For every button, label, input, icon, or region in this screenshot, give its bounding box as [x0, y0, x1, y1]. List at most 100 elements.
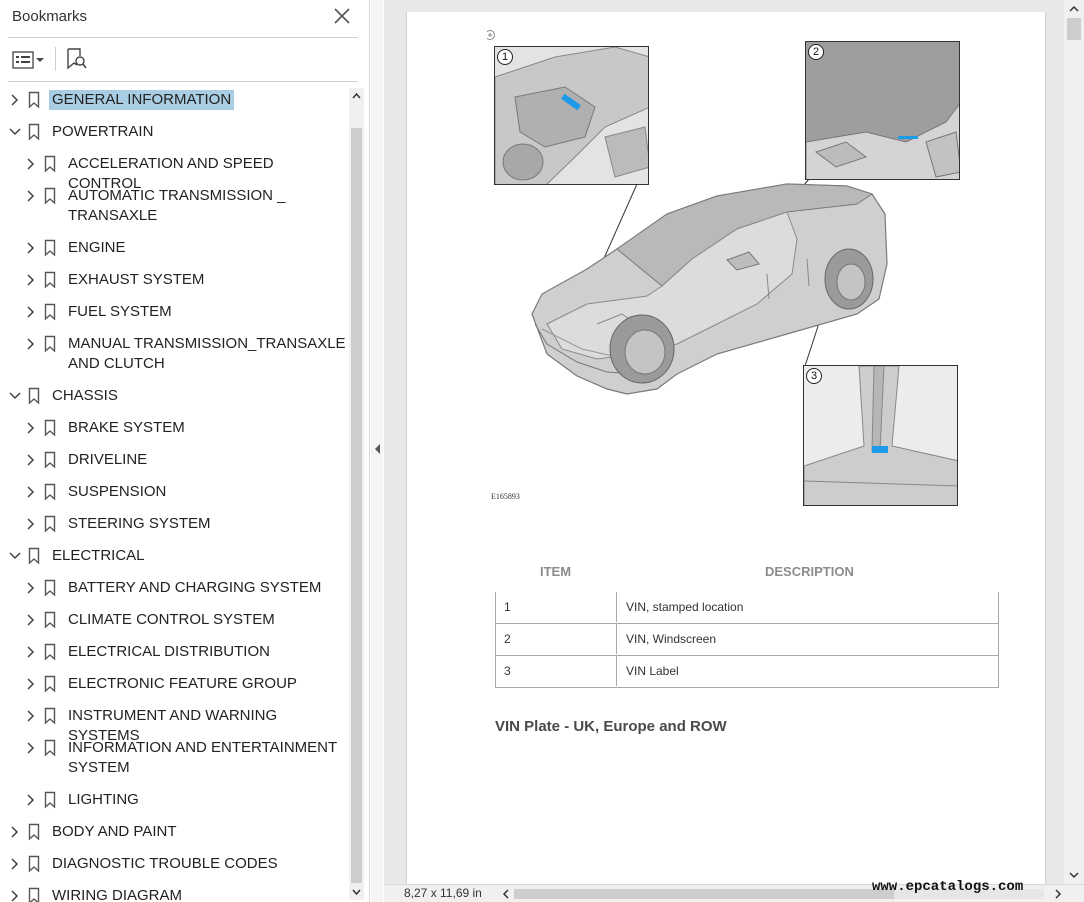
scroll-up-arrow-icon[interactable] [349, 88, 364, 104]
chevron-right-icon[interactable] [24, 337, 38, 351]
bookmark-icon [44, 335, 56, 353]
bookmark-item[interactable]: CLIMATE CONTROL SYSTEM [0, 610, 350, 630]
bookmark-icon [44, 155, 56, 173]
bookmark-item[interactable]: ELECTRONIC FEATURE GROUP [0, 674, 350, 694]
callout-number: 1 [497, 49, 513, 65]
bookmark-item[interactable]: CHASSIS [0, 386, 350, 406]
scroll-left-arrow-icon[interactable] [500, 888, 512, 900]
chevron-right-icon[interactable] [24, 645, 38, 659]
zoom-marker-icon [487, 30, 495, 40]
chevron-down-icon[interactable] [8, 125, 22, 139]
bookmark-item[interactable]: GENERAL INFORMATION [0, 90, 350, 110]
bookmark-item[interactable]: INFORMATION AND ENTERTAINMENT SYSTEM [0, 738, 350, 778]
bookmark-item[interactable]: WIRING DIAGRAM [0, 886, 350, 902]
table-cell-divider [496, 592, 617, 622]
chevron-right-icon[interactable] [24, 421, 38, 435]
bookmark-label: FUEL SYSTEM [68, 303, 172, 320]
bookmark-item[interactable]: BRAKE SYSTEM [0, 418, 350, 438]
bookmark-item[interactable]: INSTRUMENT AND WARNING SYSTEMS [0, 706, 350, 744]
bookmark-item[interactable]: ACCELERATION AND SPEED CONTROL [0, 154, 350, 192]
bookmark-icon [28, 387, 40, 405]
bookmark-icon [44, 643, 56, 661]
page-size-label: 8,27 x 11,69 in [404, 886, 482, 900]
chevron-right-icon[interactable] [8, 825, 22, 839]
vin-location-illustration: 1 2 3 [487, 30, 960, 506]
bookmark-item[interactable]: ELECTRICAL DISTRIBUTION [0, 642, 350, 662]
scrollbar-thumb[interactable] [514, 889, 894, 899]
bookmark-options-icon[interactable] [12, 49, 46, 71]
bookmark-icon [44, 675, 56, 693]
scroll-down-arrow-icon[interactable] [1066, 868, 1082, 882]
bookmark-item[interactable]: DIAGNOSTIC TROUBLE CODES [0, 854, 350, 874]
bookmark-item[interactable]: SUSPENSION [0, 482, 350, 502]
bookmark-item[interactable]: ELECTRICAL [0, 546, 350, 566]
scroll-down-arrow-icon[interactable] [349, 884, 364, 900]
chevron-right-icon[interactable] [24, 305, 38, 319]
chevron-right-icon[interactable] [24, 677, 38, 691]
bookmark-icon [28, 823, 40, 841]
bookmark-item[interactable]: LIGHTING [0, 790, 350, 810]
bookmark-label: MANUAL TRANSMISSION_TRANSAXLE AND CLUTCH [68, 335, 346, 372]
table-row: 2 VIN, Windscreen [495, 624, 999, 656]
scrollbar-thumb[interactable] [1067, 18, 1081, 40]
chevron-right-icon[interactable] [8, 889, 22, 902]
bookmark-item[interactable]: POWERTRAIN [0, 122, 350, 142]
bookmarks-scrollbar[interactable] [349, 88, 364, 900]
bookmark-item[interactable]: MANUAL TRANSMISSION_TRANSAXLE AND CLUTCH [0, 334, 350, 374]
collapse-panel-arrow-icon[interactable] [374, 443, 382, 455]
vin-items-table: ITEM DESCRIPTION 1 VIN, stamped location… [495, 564, 999, 688]
scrollbar-thumb[interactable] [351, 128, 362, 883]
bookmark-label: LIGHTING [68, 791, 139, 808]
bookmark-icon [44, 579, 56, 597]
bookmark-label: SUSPENSION [68, 483, 167, 500]
chevron-right-icon[interactable] [24, 793, 38, 807]
chevron-right-icon[interactable] [24, 485, 38, 499]
chevron-right-icon[interactable] [24, 613, 38, 627]
bookmark-label: BATTERY AND CHARGING SYSTEM [68, 579, 322, 596]
chevron-right-icon[interactable] [24, 741, 38, 755]
scroll-up-arrow-icon[interactable] [1066, 2, 1082, 16]
bookmark-item[interactable]: BATTERY AND CHARGING SYSTEM [0, 578, 350, 598]
chevron-right-icon[interactable] [24, 453, 38, 467]
chevron-right-icon[interactable] [24, 273, 38, 287]
table-row: 3 VIN Label [495, 656, 999, 688]
chevron-down-icon[interactable] [8, 389, 22, 403]
bookmark-item[interactable]: DRIVELINE [0, 450, 350, 470]
chevron-right-icon[interactable] [24, 709, 38, 723]
scroll-right-arrow-icon[interactable] [1052, 888, 1064, 900]
bookmark-item[interactable]: AUTOMATIC TRANSMISSION _ TRANSAXLE [0, 186, 350, 226]
chevron-right-icon[interactable] [24, 581, 38, 595]
chevron-right-icon[interactable] [8, 93, 22, 107]
chevron-right-icon[interactable] [24, 241, 38, 255]
bookmark-item[interactable]: ENGINE [0, 238, 350, 258]
document-vertical-scrollbar[interactable] [1064, 0, 1084, 884]
chevron-down-icon[interactable] [8, 549, 22, 563]
bookmark-item[interactable]: EXHAUST SYSTEM [0, 270, 350, 290]
bookmark-label: AUTOMATIC TRANSMISSION _ TRANSAXLE [68, 187, 286, 224]
find-current-bookmark-icon[interactable] [64, 47, 88, 71]
bookmark-icon [44, 451, 56, 469]
bookmark-icon [44, 303, 56, 321]
callout-box-3: 3 [803, 365, 958, 506]
vehicle-drawing [531, 183, 888, 395]
chevron-right-icon[interactable] [24, 517, 38, 531]
bookmark-item[interactable]: FUEL SYSTEM [0, 302, 350, 322]
bookmark-label: DIAGNOSTIC TROUBLE CODES [52, 855, 278, 872]
table-header-item: ITEM [540, 564, 572, 579]
chevron-right-icon[interactable] [24, 157, 38, 171]
bookmark-item[interactable]: STEERING SYSTEM [0, 514, 350, 534]
bookmark-icon [44, 271, 56, 289]
section-heading: VIN Plate - UK, Europe and ROW [495, 718, 727, 735]
bookmark-item[interactable]: BODY AND PAINT [0, 822, 350, 842]
document-view[interactable]: 1 2 3 E165893 ITEM DESCRIPTION 1 VIN, st… [384, 0, 1064, 884]
chevron-right-icon[interactable] [8, 857, 22, 871]
table-row: 1 VIN, stamped location [495, 592, 999, 624]
table-cell-item: 2 [504, 632, 511, 646]
door-pillar-detail [804, 366, 957, 505]
bookmark-icon [28, 547, 40, 565]
close-icon[interactable] [332, 6, 352, 26]
bookmark-icon [28, 91, 40, 109]
chevron-right-icon[interactable] [24, 189, 38, 203]
panel-divider [8, 37, 358, 38]
table-cell-description: VIN, Windscreen [626, 632, 717, 646]
